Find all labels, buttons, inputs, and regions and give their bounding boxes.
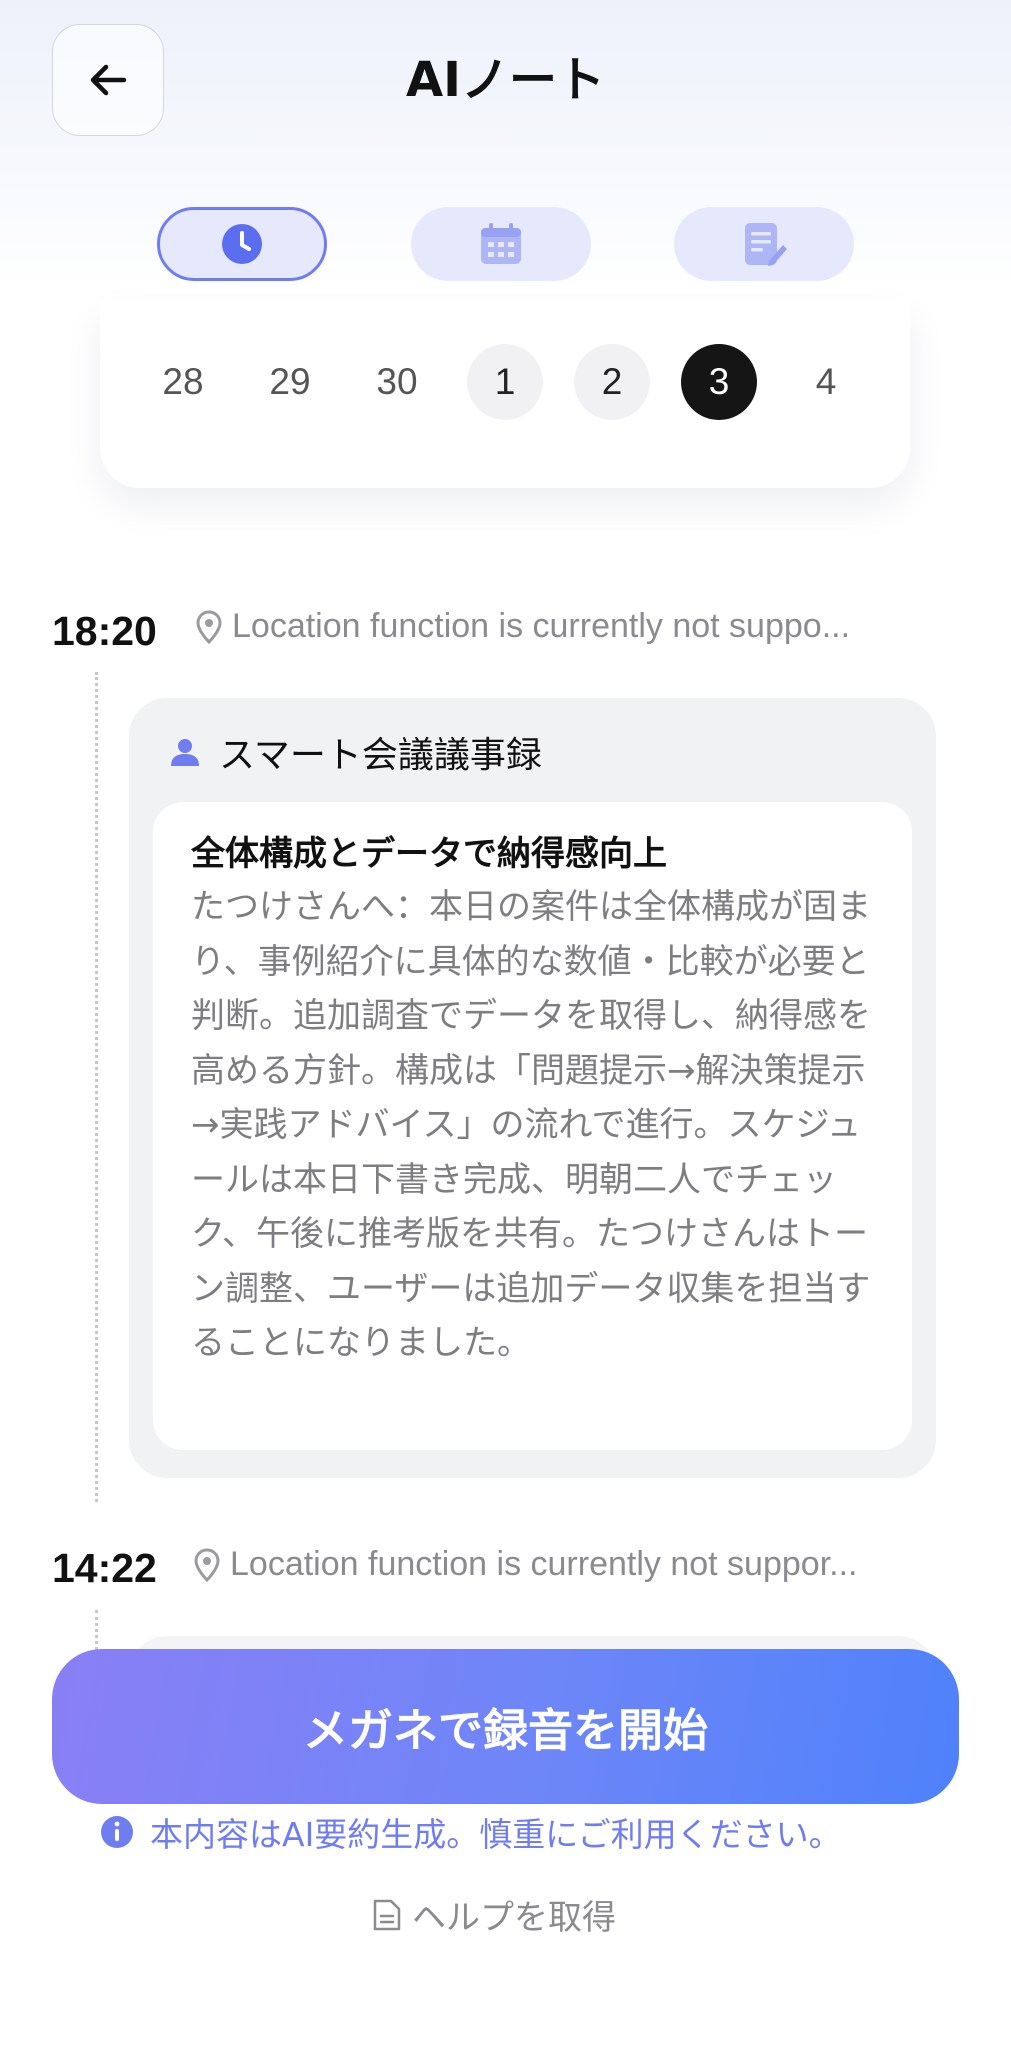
entry-location: Location function is currently not suppo…: [194, 1545, 857, 1584]
help-link[interactable]: ヘルプを取得: [372, 1890, 616, 1939]
clock-icon: [222, 224, 262, 264]
timeline-line: [95, 672, 98, 1502]
entry-location: Location function is currently not suppo…: [196, 607, 850, 646]
day-3-selected[interactable]: 3: [681, 344, 757, 420]
day-4[interactable]: 4: [788, 344, 864, 420]
entry-time: 18:20: [52, 608, 157, 654]
day-1[interactable]: 1: [467, 344, 543, 420]
help-text: ヘルプを取得: [412, 1898, 616, 1938]
entry-body: たつけさんへ：本日の案件は全体構成が固まり、事例紹介に具体的な数値・比較が必要と…: [191, 887, 871, 1363]
start-recording-button[interactable]: メガネで録音を開始: [52, 1649, 959, 1804]
tab-timeline[interactable]: [157, 207, 327, 281]
note-edit-icon: [745, 223, 787, 266]
entry-source: スマート会議議事録: [169, 726, 542, 778]
ai-notice: 本内容はAI要約生成。慎重にご利用ください。: [100, 1808, 842, 1856]
location-pin-icon: [196, 609, 222, 644]
tab-calendar[interactable]: [411, 207, 591, 281]
day-2[interactable]: 2: [574, 344, 650, 420]
day-28[interactable]: 28: [145, 344, 221, 420]
entry-time: 14:22: [52, 1545, 157, 1591]
entry-source-label: スマート会議議事録: [219, 735, 542, 776]
document-icon: [373, 1899, 401, 1930]
entry-card[interactable]: スマート会議議事録 全体構成とデータで納得感向上 たつけさんへ：本日の案件は全体…: [129, 698, 936, 1478]
tab-notes[interactable]: [674, 207, 854, 281]
ai-notice-text: 本内容はAI要約生成。慎重にご利用ください。: [150, 1815, 842, 1854]
day-30[interactable]: 30: [359, 344, 435, 420]
page-title: AIノート: [405, 52, 605, 108]
info-icon: [101, 1816, 133, 1848]
calendar-icon: [481, 223, 521, 264]
location-text: Location function is currently not suppo…: [230, 1545, 858, 1583]
location-text: Location function is currently not suppo…: [232, 607, 851, 645]
person-icon: [171, 739, 199, 766]
timeline-line: [95, 1610, 98, 1650]
day-29[interactable]: 29: [252, 344, 328, 420]
location-pin-icon: [194, 1547, 220, 1582]
entry-title: 全体構成とデータで納得感向上: [191, 834, 667, 874]
entry-summary-box: 全体構成とデータで納得感向上 たつけさんへ：本日の案件は全体構成が固まり、事例紹…: [153, 802, 912, 1450]
